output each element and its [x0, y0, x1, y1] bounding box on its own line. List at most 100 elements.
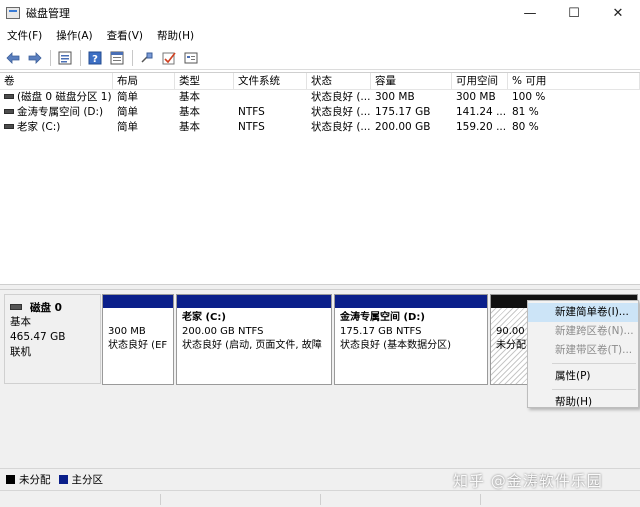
volume-filesystem: NTFS — [238, 121, 265, 133]
column-header-filesystem[interactable]: 文件系统 — [234, 73, 307, 89]
disk-size: 465.47 GB — [10, 331, 66, 343]
menu-item-properties[interactable]: 属性(P) — [528, 367, 638, 386]
partition-name: 老家 (C:) — [182, 312, 226, 323]
status-bar-segment — [320, 494, 321, 505]
volume-status: 状态良好 (... — [311, 121, 371, 133]
menu-item-new-striped-volume[interactable]: 新建带区卷(T)... — [528, 341, 638, 360]
menu-item-new-simple-volume[interactable]: 新建简单卷(I)... — [528, 303, 638, 322]
menu-item-new-spanned-volume[interactable]: 新建跨区卷(N)... — [528, 322, 638, 341]
disk-info-panel[interactable]: 磁盘 0 基本 465.47 GB 联机 — [4, 294, 101, 384]
menu-action[interactable]: 操作(A) — [49, 26, 99, 46]
volume-list: 卷 布局 类型 文件系统 状态 容量 可用空间 % 可用 (磁盘 0 磁盘分区 … — [0, 72, 640, 284]
column-header-layout[interactable]: 布局 — [113, 73, 175, 89]
list-view-icon[interactable] — [56, 49, 74, 67]
volume-type: 基本 — [179, 121, 200, 133]
volume-free-space: 300 MB — [456, 91, 496, 103]
volume-free-space: 141.24 ... — [456, 106, 507, 118]
legend-bar: 未分配 主分区 — [0, 468, 640, 490]
svg-text:?: ? — [92, 54, 98, 65]
status-bar-segment — [160, 494, 161, 505]
volume-layout: 简单 — [117, 91, 138, 103]
toolbar-separator — [80, 49, 81, 66]
volume-filesystem: NTFS — [238, 106, 265, 118]
column-header-volume[interactable]: 卷 — [0, 73, 113, 89]
context-menu: 新建简单卷(I)... 新建跨区卷(N)... 新建带区卷(T)... 属性(P… — [527, 300, 639, 408]
toolbar-separator — [50, 49, 51, 66]
status-bar — [0, 490, 640, 507]
partition-d[interactable]: 金涛专属空间 (D:) 175.17 GB NTFS 状态良好 (基本数据分区) — [334, 294, 488, 385]
volume-list-header: 卷 布局 类型 文件系统 状态 容量 可用空间 % 可用 — [0, 73, 640, 90]
volume-percent-free: 80 % — [512, 121, 539, 133]
volume-capacity: 200.00 GB — [375, 121, 431, 133]
volume-name: 金涛专属空间 (D:) — [17, 106, 104, 118]
partition-name — [108, 311, 168, 325]
volume-layout: 简单 — [117, 121, 138, 133]
connect-icon[interactable] — [138, 49, 156, 67]
menu-bar: 文件(F) 操作(A) 查看(V) 帮助(H) — [0, 26, 640, 46]
status-bar-segment — [480, 494, 481, 505]
partition-type-bar — [103, 295, 173, 308]
console-icon[interactable] — [182, 49, 200, 67]
column-header-percent-free[interactable]: % 可用 — [508, 73, 640, 89]
toolbar-separator — [132, 49, 133, 66]
partition-size: 200.00 GB NTFS — [182, 326, 264, 337]
partition-status: 状态良好 (基本数据分区) — [340, 340, 451, 351]
partition-type-bar — [335, 295, 487, 308]
volume-icon — [4, 123, 14, 129]
disk-name: 磁盘 0 — [30, 301, 62, 314]
volume-type: 基本 — [179, 106, 200, 118]
partition-c[interactable]: 老家 (C:) 200.00 GB NTFS 状态良好 (启动, 页面文件, 故… — [176, 294, 332, 385]
back-arrow-icon[interactable] — [4, 49, 22, 67]
partition-name: 金涛专属空间 (D:) — [340, 312, 425, 323]
table-row[interactable]: 老家 (C:) 简单 基本 NTFS 状态良好 (... 200.00 GB 1… — [0, 120, 640, 135]
menu-item-help[interactable]: 帮助(H) — [528, 393, 638, 412]
volume-type: 基本 — [179, 91, 200, 103]
partition-size: 300 MB — [108, 326, 146, 337]
window-title: 磁盘管理 — [26, 7, 70, 20]
volume-percent-free: 81 % — [512, 106, 539, 118]
partition-type-bar — [177, 295, 331, 308]
legend-swatch-unallocated — [6, 475, 15, 484]
volume-filesystem — [234, 90, 307, 105]
volume-name: 老家 (C:) — [17, 121, 61, 133]
menu-separator — [552, 363, 636, 364]
help-icon[interactable]: ? — [86, 49, 104, 67]
title-bar: 磁盘管理 — ☐ ✕ — [0, 0, 640, 26]
column-header-capacity[interactable]: 容量 — [371, 73, 452, 89]
disk-status: 联机 — [10, 346, 31, 358]
menu-help[interactable]: 帮助(H) — [150, 26, 201, 46]
volume-capacity: 300 MB — [375, 91, 415, 103]
partition-size: 175.17 GB NTFS — [340, 326, 422, 337]
minimize-button[interactable]: — — [508, 0, 552, 26]
volume-icon — [4, 108, 14, 114]
disk-icon — [10, 304, 22, 310]
window-controls: — ☐ ✕ — [508, 0, 640, 26]
table-row[interactable]: (磁盘 0 磁盘分区 1) 简单 基本 状态良好 (... 300 MB 300… — [0, 90, 640, 105]
volume-percent-free: 100 % — [512, 91, 546, 103]
close-button[interactable]: ✕ — [596, 0, 640, 26]
forward-arrow-icon[interactable] — [26, 49, 44, 67]
menu-view[interactable]: 查看(V) — [100, 26, 150, 46]
check-icon[interactable] — [160, 49, 178, 67]
volume-icon — [4, 93, 14, 99]
volume-layout: 简单 — [117, 106, 138, 118]
column-header-free-space[interactable]: 可用空间 — [452, 73, 508, 89]
legend-label-unallocated: 未分配 — [19, 474, 51, 486]
menu-separator — [552, 389, 636, 390]
partition-efi[interactable]: 300 MB 状态良好 (EF — [102, 294, 174, 385]
column-header-type[interactable]: 类型 — [175, 73, 234, 89]
volume-name: (磁盘 0 磁盘分区 1) — [17, 91, 112, 103]
legend-label-primary: 主分区 — [71, 474, 104, 486]
volume-status: 状态良好 (... — [311, 106, 371, 118]
column-header-status[interactable]: 状态 — [307, 73, 371, 89]
volume-status: 状态良好 (... — [311, 91, 371, 103]
partition-status: 状态良好 (启动, 页面文件, 故障 — [182, 340, 322, 351]
disk-type: 基本 — [10, 316, 31, 328]
properties-icon[interactable] — [108, 49, 126, 67]
maximize-button[interactable]: ☐ — [552, 0, 596, 26]
volume-capacity: 175.17 GB — [375, 106, 431, 118]
legend-swatch-primary — [58, 475, 68, 484]
menu-file[interactable]: 文件(F) — [0, 26, 49, 46]
table-row[interactable]: 金涛专属空间 (D:) 简单 基本 NTFS 状态良好 (... 175.17 … — [0, 105, 640, 120]
volume-free-space: 159.20 ... — [456, 121, 507, 133]
